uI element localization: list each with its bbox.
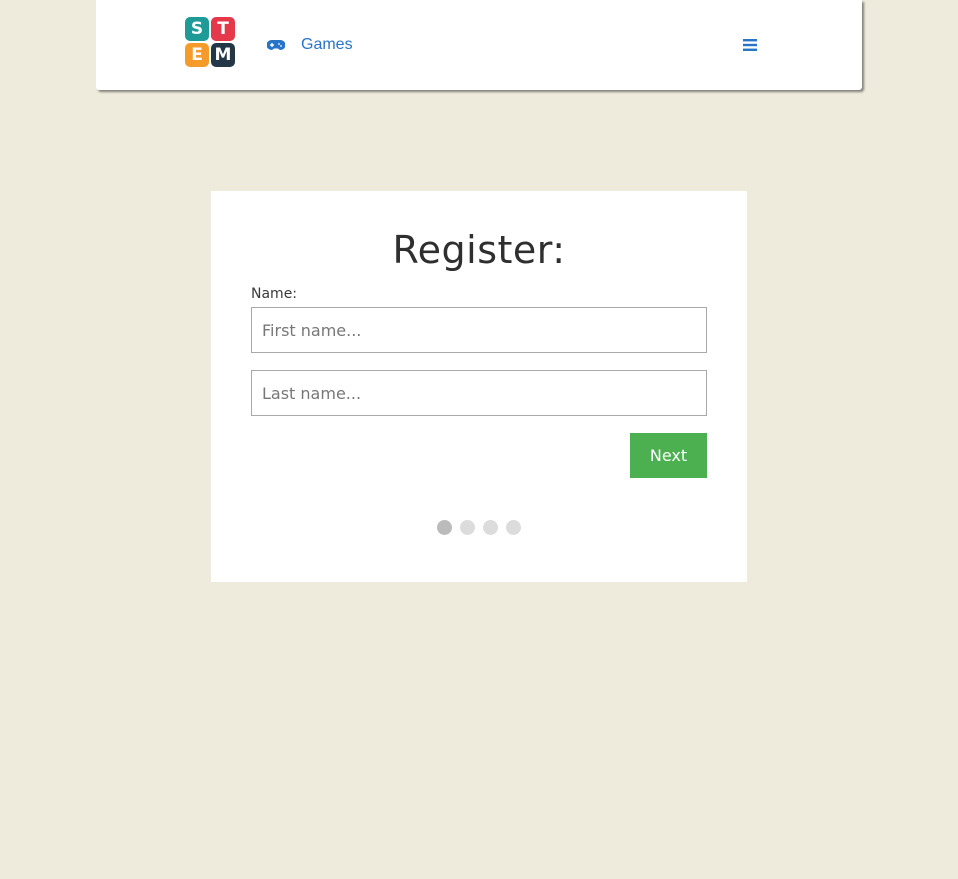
logo-tile-e: E (185, 43, 209, 67)
last-name-input[interactable] (251, 370, 707, 416)
name-label: Name: (251, 286, 298, 302)
stem-logo[interactable]: S T E M (185, 17, 235, 67)
gamepad-icon (267, 40, 285, 50)
first-name-input[interactable] (251, 307, 707, 353)
games-nav-link[interactable]: Games (267, 34, 353, 56)
step-dot-1 (437, 520, 452, 535)
next-button[interactable]: Next (630, 433, 707, 478)
step-dot-4 (506, 520, 521, 535)
step-dot-2 (460, 520, 475, 535)
top-navbar: S T E M Games (96, 0, 862, 90)
step-dot-3 (483, 520, 498, 535)
page-title: Register: (392, 228, 566, 272)
logo-tile-t: T (211, 17, 235, 41)
games-label: Games (301, 36, 353, 53)
step-indicator (437, 520, 529, 535)
logo-tile-s: S (185, 17, 209, 41)
hamburger-menu-icon[interactable] (743, 38, 757, 52)
logo-tile-m: M (211, 43, 235, 67)
